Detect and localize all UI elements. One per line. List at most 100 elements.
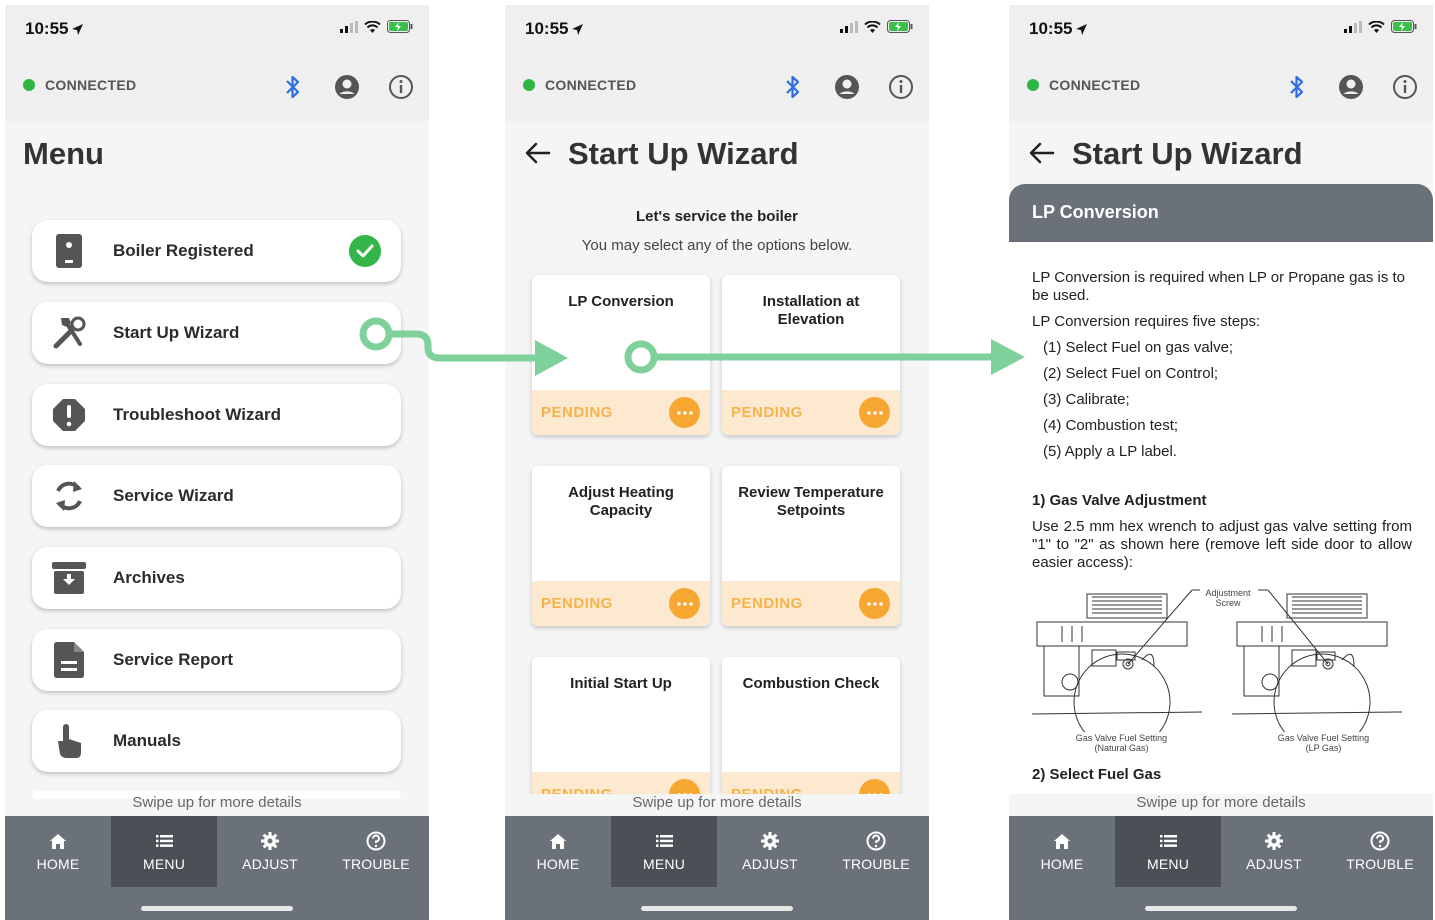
status-bar: 10:55	[5, 5, 429, 55]
system-icons	[840, 20, 913, 33]
home-indicator	[1145, 906, 1297, 911]
list-icon	[1159, 831, 1177, 851]
wifi-icon	[1368, 20, 1385, 33]
battery-charging-icon	[887, 20, 913, 33]
card-status-bar: PENDING	[722, 390, 900, 435]
wizard-card-review-temperature-setpoints[interactable]: Review Temperature Setpoints PENDING	[722, 466, 900, 626]
wifi-icon	[864, 20, 881, 33]
top-actions	[279, 73, 415, 101]
account-icon[interactable]	[833, 73, 861, 101]
status-time: 10:55	[1029, 19, 1088, 39]
card-status: PENDING	[541, 404, 613, 421]
nav-adjust[interactable]: ADJUST	[717, 816, 823, 887]
menu-item-archives[interactable]: Archives	[32, 547, 401, 609]
home-indicator	[641, 906, 793, 911]
top-actions	[1283, 73, 1419, 101]
nav-home[interactable]: HOME	[1009, 816, 1115, 887]
more-options-icon[interactable]	[669, 779, 700, 794]
status-time-text: 10:55	[25, 19, 69, 38]
more-options-icon[interactable]	[859, 779, 890, 794]
wifi-icon	[364, 20, 381, 33]
lp-step: (3) Calibrate;	[1043, 391, 1130, 408]
nav-trouble[interactable]: TROUBLE	[323, 816, 429, 887]
section-title: LP Conversion	[1032, 202, 1159, 222]
menu-item-boiler-registered[interactable]: Boiler Registered	[32, 220, 401, 282]
more-options-icon[interactable]	[669, 588, 700, 619]
nav-adjust-label: ADJUST	[742, 856, 798, 872]
nav-menu[interactable]: MENU	[1115, 816, 1221, 887]
home-icon	[1054, 831, 1070, 851]
menu-item-troubleshoot-wizard[interactable]: Troubleshoot Wizard	[32, 384, 401, 446]
back-arrow-icon[interactable]	[1029, 141, 1055, 165]
nav-home[interactable]: HOME	[505, 816, 611, 887]
bottom-nav: HOME MENU ADJUST TROUBLE	[505, 816, 929, 920]
nav-home-label: HOME	[36, 856, 80, 872]
wizard-card-adjust-heating-capacity[interactable]: Adjust Heating Capacity PENDING	[532, 466, 710, 626]
nav-menu[interactable]: MENU	[611, 816, 717, 887]
menu-item-label: Service Wizard	[113, 486, 234, 505]
wizard-card-lp-conversion[interactable]: LP Conversion PENDING	[532, 275, 710, 435]
wizard-card-initial-start-up[interactable]: Initial Start Up PENDING	[532, 657, 710, 794]
nav-trouble-label: TROUBLE	[842, 856, 910, 872]
status-bar: 10:55	[505, 5, 929, 55]
menu-item-label: Troubleshoot Wizard	[113, 405, 281, 424]
nav-trouble[interactable]: TROUBLE	[823, 816, 929, 887]
nav-menu-label: MENU	[142, 856, 186, 872]
nav-home[interactable]: HOME	[5, 816, 111, 887]
bluetooth-icon[interactable]	[779, 73, 807, 101]
wizard-card-installation-at-elevation[interactable]: Installation at Elevation PENDING	[722, 275, 900, 435]
connection-status: CONNECTED	[23, 77, 136, 93]
card-title: Adjust Heating Capacity	[568, 484, 674, 519]
menu-item-start-up-wizard[interactable]: Start Up Wizard	[32, 302, 401, 364]
nav-menu[interactable]: MENU	[111, 816, 217, 887]
bluetooth-icon[interactable]	[1283, 73, 1311, 101]
archive-icon	[52, 561, 86, 595]
menu-item-manuals[interactable]: Manuals	[32, 710, 401, 772]
connected-dot-icon	[1027, 79, 1039, 91]
wizard-card-combustion-check[interactable]: Combustion Check PENDING	[722, 657, 900, 794]
nav-adjust-label: ADJUST	[1246, 856, 1302, 872]
card-status: PENDING	[731, 595, 803, 612]
home-indicator	[141, 906, 293, 911]
menu-item-service-report[interactable]: Service Report	[32, 629, 401, 691]
lp-paragraph-3: Use 2.5 mm hex wrench to adjust gas valv…	[1032, 518, 1412, 571]
hand-icon	[52, 724, 86, 758]
more-options-icon[interactable]	[669, 397, 700, 428]
more-options-icon[interactable]	[859, 397, 890, 428]
card-status-bar: PENDING	[722, 581, 900, 626]
gear-icon	[1265, 831, 1283, 851]
alert-icon	[52, 398, 86, 432]
section-heading: 2) Select Fuel Gas	[1032, 766, 1162, 783]
nav-adjust[interactable]: ADJUST	[217, 816, 323, 887]
menu-item-service-wizard[interactable]: Service Wizard	[32, 465, 401, 527]
more-options-icon[interactable]	[859, 588, 890, 619]
wizard-card-grid: LP Conversion PENDING Installation at El…	[505, 265, 929, 794]
back-arrow-icon[interactable]	[525, 141, 551, 165]
account-icon[interactable]	[1337, 73, 1365, 101]
lp-step: (5) Apply a LP label.	[1043, 443, 1177, 460]
check-circle-icon	[349, 235, 381, 267]
nav-adjust[interactable]: ADJUST	[1221, 816, 1327, 887]
account-icon[interactable]	[333, 73, 361, 101]
info-icon[interactable]	[1391, 73, 1419, 101]
swipe-hint: Swipe up for more details	[132, 794, 302, 811]
status-time: 10:55	[525, 19, 584, 39]
gear-icon	[761, 831, 779, 851]
battery-charging-icon	[1391, 20, 1417, 33]
nav-menu-label: MENU	[642, 856, 686, 872]
nav-trouble[interactable]: TROUBLE	[1327, 816, 1433, 887]
card-status-bar: PENDING	[532, 772, 710, 794]
info-icon[interactable]	[887, 73, 915, 101]
location-arrow-icon	[1076, 24, 1088, 35]
lp-step: (2) Select Fuel on Control;	[1043, 365, 1219, 382]
list-icon	[155, 831, 173, 851]
menu-item-label: Boiler Registered	[113, 241, 254, 260]
boiler-icon	[52, 234, 86, 268]
bluetooth-icon[interactable]	[279, 73, 307, 101]
wizard-screen: 10:55 CONNECTED Start Up Wizard Let's se…	[505, 5, 929, 920]
help-circle-icon	[366, 831, 386, 851]
info-icon[interactable]	[387, 73, 415, 101]
help-circle-icon	[1370, 831, 1390, 851]
page-title: Start Up Wizard	[568, 136, 799, 171]
diagram-caption-natural-gas: Gas Valve Fuel Setting (Natural Gas)	[1075, 733, 1168, 753]
